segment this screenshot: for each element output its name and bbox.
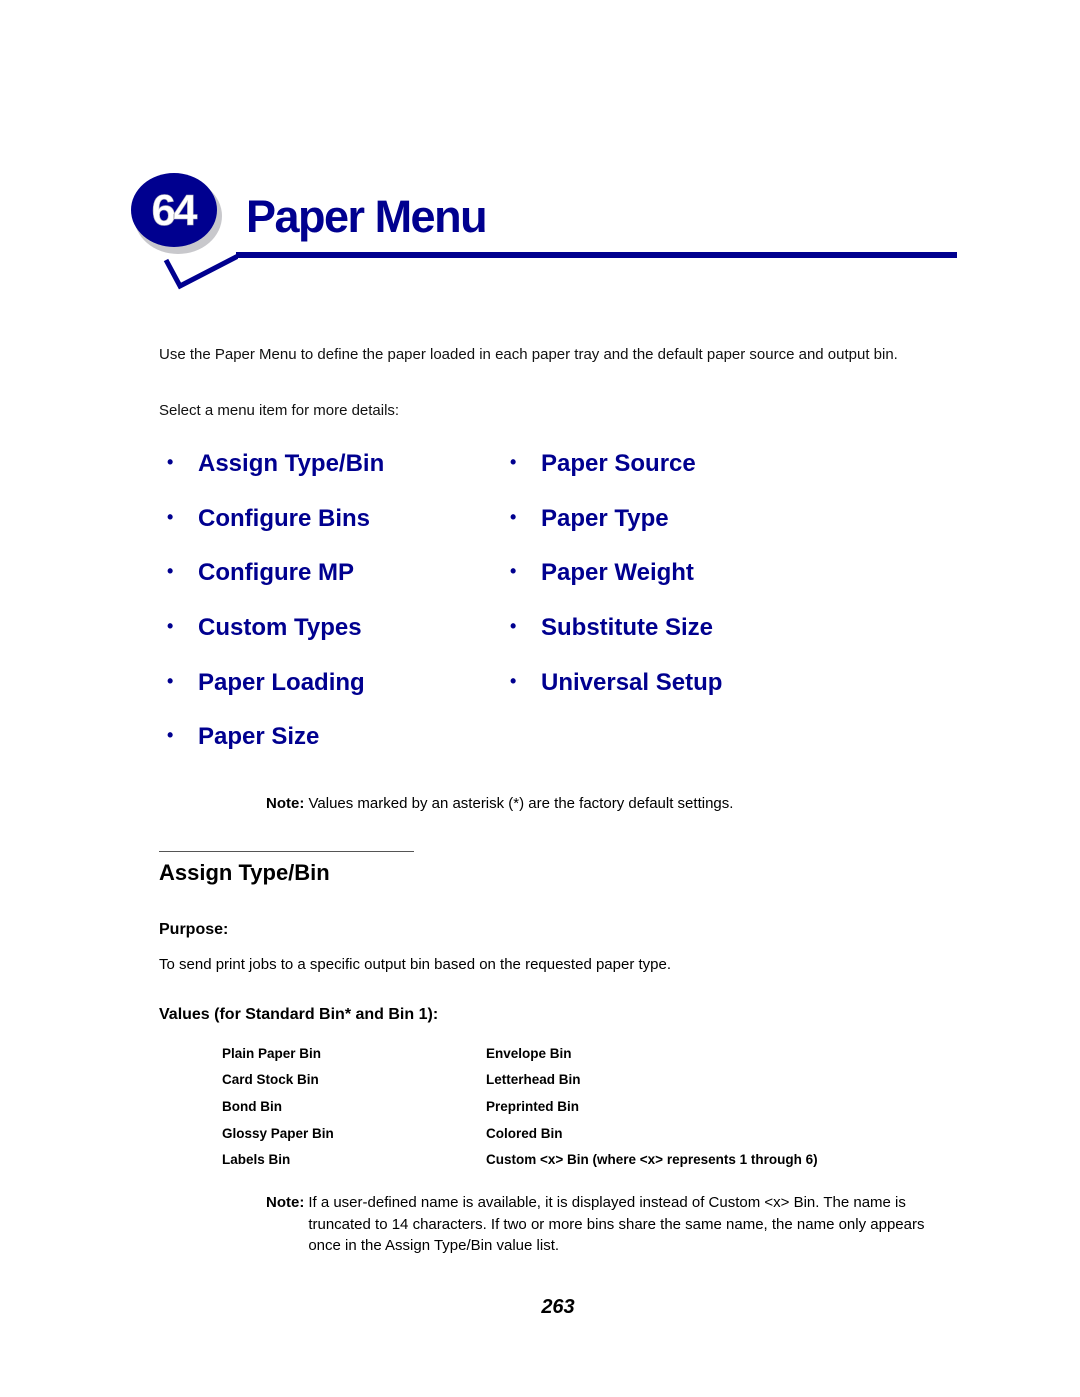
value-cell: Letterhead Bin: [486, 1072, 581, 1088]
menu-link-assign-type-bin[interactable]: • Assign Type/Bin: [167, 448, 384, 503]
menu-link-configure-bins[interactable]: • Configure Bins: [167, 503, 384, 558]
values-heading: Values (for Standard Bin* and Bin 1):: [159, 1006, 439, 1023]
values-table: Plain Paper Bin Envelope Bin Card Stock B…: [222, 1040, 818, 1173]
value-cell: Bond Bin: [222, 1098, 282, 1114]
menu-link-custom-types[interactable]: • Custom Types: [167, 612, 384, 667]
value-cell: Plain Paper Bin: [222, 1045, 322, 1061]
menu-link-universal-setup[interactable]: • Universal Setup: [510, 667, 722, 722]
menu-link-paper-source[interactable]: • Paper Source: [510, 448, 722, 503]
bullet-icon: •: [167, 452, 174, 472]
menu-link-label: Configure Bins: [198, 504, 370, 532]
menu-link-label: Assign Type/Bin: [198, 450, 385, 477]
menu-link-label: Paper Weight: [541, 559, 694, 587]
bullet-icon: •: [510, 506, 517, 527]
menu-links-right: • Paper Source • Paper Type • Paper Weight …: [510, 448, 722, 721]
menu-link-label: Paper Source: [541, 450, 696, 477]
purpose-heading: Purpose:: [159, 921, 229, 938]
value-cell: Glossy Paper Bin: [222, 1125, 334, 1141]
menu-link-label: Paper Loading: [198, 668, 365, 696]
menu-link-label: Substitute Size: [541, 614, 714, 642]
menu-link-paper-type[interactable]: • Paper Type: [510, 503, 722, 558]
bullet-icon: •: [167, 561, 174, 582]
table-row: Labels Bin Custom <x> Bin (where <x> repr…: [222, 1146, 818, 1173]
value-cell: Colored Bin: [486, 1125, 563, 1141]
section-rule: [159, 851, 414, 852]
chapter-number-badge-icon: 64: [131, 173, 238, 290]
table-row: Plain Paper Bin Envelope Bin: [222, 1040, 818, 1067]
intro-paragraph: Use the Paper Menu to define the paper l…: [159, 346, 898, 363]
bullet-icon: •: [167, 506, 174, 527]
note-custom-bin: Note: If a user-defined name is availabl…: [266, 1192, 956, 1257]
menu-link-label: Universal Setup: [541, 668, 723, 696]
bullet-icon: •: [510, 616, 517, 637]
table-row: Card Stock Bin Letterhead Bin: [222, 1067, 818, 1094]
value-cell: Preprinted Bin: [486, 1098, 580, 1114]
note-label: Note:: [266, 795, 305, 812]
bullet-icon: •: [167, 670, 174, 691]
value-cell: Custom <x> Bin (where <x> represents 1 t…: [486, 1152, 818, 1168]
bullet-icon: •: [167, 725, 174, 746]
bullet-icon: •: [167, 616, 174, 637]
note-defaults: Note: Values marked by an asterisk (*) a…: [266, 795, 733, 812]
header-rule: [236, 252, 957, 258]
menu-link-label: Custom Types: [198, 614, 362, 642]
bullet-icon: •: [510, 452, 517, 472]
note-text: If a user-defined name is available, it …: [308, 1194, 925, 1254]
menu-link-paper-loading[interactable]: • Paper Loading: [167, 667, 384, 722]
note-text: Values marked by an asterisk (*) are the…: [308, 795, 734, 812]
table-row: Glossy Paper Bin Colored Bin: [222, 1120, 818, 1147]
value-cell: Envelope Bin: [486, 1045, 572, 1061]
table-row: Bond Bin Preprinted Bin: [222, 1093, 818, 1120]
bullet-icon: •: [510, 670, 517, 691]
value-cell: Labels Bin: [222, 1152, 291, 1168]
menu-link-label: Paper Type: [541, 504, 669, 532]
bullet-icon: •: [510, 561, 517, 582]
purpose-text: To send print jobs to a specific output …: [159, 956, 672, 973]
note-label: Note:: [266, 1194, 305, 1211]
menu-links-left: • Assign Type/Bin • Configure Bins • Config…: [167, 448, 384, 776]
chapter-title: Paper Menu: [246, 191, 488, 242]
menu-link-paper-size[interactable]: • Paper Size: [167, 721, 384, 776]
chapter-number: 64: [152, 186, 198, 235]
menu-link-paper-weight[interactable]: • Paper Weight: [510, 557, 722, 612]
menu-link-substitute-size[interactable]: • Substitute Size: [510, 612, 722, 667]
page-number: 263: [541, 1296, 575, 1318]
select-hint: Select a menu item for more details:: [159, 402, 400, 419]
menu-link-configure-mp[interactable]: • Configure MP: [167, 557, 384, 612]
menu-link-label: Paper Size: [198, 723, 320, 751]
value-cell: Card Stock Bin: [222, 1072, 319, 1088]
section-title: Assign Type/Bin: [159, 860, 330, 885]
menu-link-label: Configure MP: [198, 559, 354, 587]
